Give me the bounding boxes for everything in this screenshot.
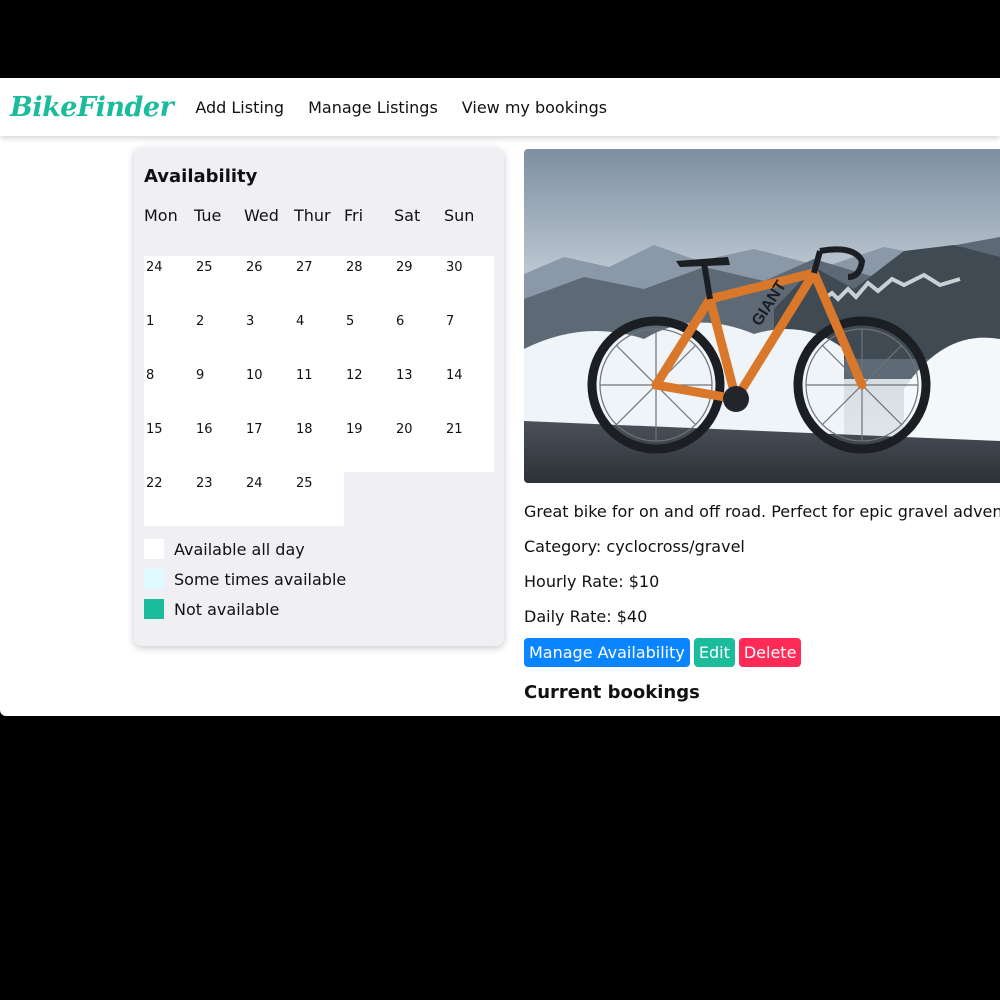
calendar-day[interactable]: 23 [194,472,244,526]
calendar-day[interactable]: 3 [244,310,294,364]
bike-photo: GIANT [524,149,1000,483]
weekday-label: Sun [444,206,475,225]
calendar-day[interactable]: 11 [294,364,344,418]
manage-availability-button[interactable]: Manage Availability [524,638,690,667]
calendar-day[interactable]: 28 [344,256,394,310]
calendar-day[interactable]: 9 [194,364,244,418]
calendar-day[interactable]: 21 [444,418,494,472]
availability-calendar: Availability Mon Tue Wed Thur Fri Sat Sun 24 25… [134,148,504,646]
nav-view-bookings[interactable]: View my bookings [462,98,607,117]
calendar-day[interactable]: 25 [294,472,344,526]
calendar-day[interactable]: 6 [394,310,444,364]
legend-label: Not available [174,599,280,619]
calendar-day[interactable]: 15 [144,418,194,472]
weekday-label: Mon [144,206,178,225]
legend-item: Not available [144,594,346,624]
calendar-day[interactable]: 16 [194,418,244,472]
listing-category: Category: cyclocross/gravel [524,537,745,556]
calendar-day[interactable]: 30 [444,256,494,310]
current-bookings-heading: Current bookings [524,682,700,703]
legend-item: Some times available [144,564,346,594]
calendar-day[interactable]: 26 [244,256,294,310]
calendar-day[interactable]: 10 [244,364,294,418]
listing-hourly-rate: Hourly Rate: $10 [524,572,660,591]
edit-button[interactable]: Edit [693,638,735,667]
delete-button[interactable]: Delete [738,638,802,667]
calendar-day[interactable]: 14 [444,364,494,418]
calendar-day[interactable]: 17 [244,418,294,472]
legend-label: Available all day [174,539,305,559]
weekday-label: Thur [294,206,331,225]
calendar-day[interactable]: 19 [344,418,394,472]
calendar-title: Availability [144,166,258,187]
navbar: BikeFinder Add Listing Manage Listings V… [0,78,1000,136]
calendar-day[interactable]: 27 [294,256,344,310]
calendar-day[interactable]: 2 [194,310,244,364]
calendar-day[interactable]: 24 [144,256,194,310]
calendar-day[interactable]: 1 [144,310,194,364]
nav-manage-listings[interactable]: Manage Listings [308,98,438,117]
bike-image: GIANT [524,149,1000,483]
weekday-label: Wed [244,206,279,225]
calendar-day[interactable]: 4 [294,310,344,364]
listing-actions: Manage Availability Edit Delete [524,638,802,667]
weekday-header: Mon Tue Wed Thur Fri Sat Sun [144,206,494,225]
calendar-day[interactable]: 24 [244,472,294,526]
calendar-day[interactable]: 7 [444,310,494,364]
brand-logo[interactable]: BikeFinder [10,92,174,123]
calendar-day[interactable]: 20 [394,418,444,472]
legend-swatch [144,569,164,589]
calendar-days-grid: 24 25 26 27 28 29 30 1 2 3 4 5 6 7 8 9 10 11 12 13 14 15 16 17 1… [144,256,494,526]
listing-description: Great bike for on and off road. Perfect … [524,502,1000,521]
availability-legend: Available all day Some times available Not… [144,534,346,624]
nav-add-listing[interactable]: Add Listing [195,98,284,117]
weekday-label: Sat [394,206,421,225]
legend-swatch [144,539,164,559]
calendar-day[interactable]: 29 [394,256,444,310]
weekday-label: Fri [344,206,364,225]
calendar-day[interactable]: 13 [394,364,444,418]
calendar-day[interactable]: 18 [294,418,344,472]
calendar-day[interactable]: 25 [194,256,244,310]
legend-label: Some times available [174,569,347,589]
legend-swatch [144,599,164,619]
calendar-day[interactable]: 5 [344,310,394,364]
weekday-label: Tue [194,206,222,225]
calendar-day[interactable]: 8 [144,364,194,418]
calendar-day[interactable]: 12 [344,364,394,418]
app-viewport: BikeFinder Add Listing Manage Listings V… [0,78,1000,716]
listing-daily-rate: Daily Rate: $40 [524,607,648,626]
legend-item: Available all day [144,534,346,564]
calendar-day[interactable]: 22 [144,472,194,526]
